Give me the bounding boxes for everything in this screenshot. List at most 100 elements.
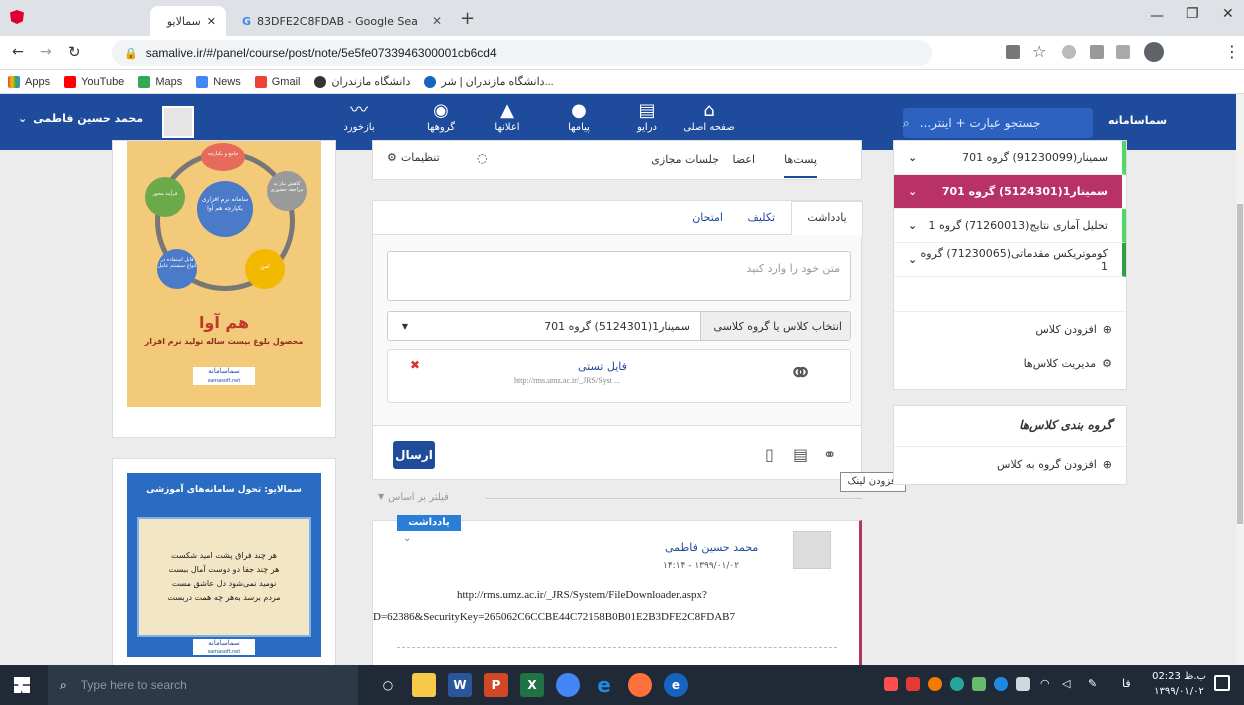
ie-icon[interactable]: e bbox=[664, 673, 688, 697]
bookmark-maps[interactable]: Maps bbox=[138, 75, 182, 88]
notification-center-icon[interactable] bbox=[1214, 675, 1230, 691]
tab-virtual-sessions[interactable]: جلسات مجازی bbox=[651, 153, 719, 166]
chat-bubble-icon[interactable]: ◌ bbox=[477, 151, 487, 165]
add-link-icon[interactable]: ⚭ bbox=[823, 445, 836, 464]
language-indicator[interactable]: فا bbox=[1122, 677, 1131, 690]
clock[interactable]: 02:23 ب.ظ ۱۳۹۹/۰۱/۰۲ bbox=[1152, 669, 1206, 699]
browser-tab-samalive[interactable]: سمالایو ✕ bbox=[150, 6, 226, 36]
powerpoint-icon[interactable]: P bbox=[484, 673, 508, 697]
class-list-item[interactable]: تحلیل آماری نتایج(71260013) گروه 1 ⌄ bbox=[894, 209, 1126, 243]
chevron-down-icon: ⌄ bbox=[18, 112, 28, 125]
windows-taskbar: ⌕ Type here to search ○ W P X e e ◠ ◁ ✎ … bbox=[0, 665, 1244, 705]
nav-feedback[interactable]: 〰 بازخورد bbox=[332, 100, 386, 133]
bookmark-umz-2[interactable]: دانشگاه مازندران | شر... bbox=[424, 75, 554, 88]
remove-attachment-icon[interactable]: ✖ bbox=[410, 358, 420, 372]
tab-exam[interactable]: امتحان bbox=[692, 211, 723, 224]
address-bar[interactable]: 🔒 samalive.ir/#/panel/course/post/note/5… bbox=[112, 40, 932, 66]
tray-icon[interactable] bbox=[906, 677, 920, 691]
volume-icon[interactable]: ◁ bbox=[1062, 677, 1076, 691]
chevron-down-icon[interactable]: ⌄ bbox=[908, 151, 917, 164]
forward-icon[interactable]: → bbox=[40, 44, 52, 60]
tab-note[interactable]: یادداشت bbox=[791, 201, 863, 237]
page-scrollbar[interactable] bbox=[1236, 94, 1244, 665]
new-tab-button[interactable]: + bbox=[460, 8, 475, 29]
bookmark-news[interactable]: News bbox=[196, 75, 241, 88]
bluetooth-icon[interactable] bbox=[994, 677, 1008, 691]
scrollbar-thumb[interactable] bbox=[1237, 204, 1243, 524]
site-logo[interactable]: سماسامانه bbox=[1108, 114, 1167, 127]
book-icon[interactable]: ▤ bbox=[793, 445, 808, 464]
bookmark-gmail[interactable]: Gmail bbox=[254, 75, 300, 88]
tab-posts[interactable]: پست‌ها bbox=[784, 153, 817, 178]
nav-groups[interactable]: ◉ گروهها bbox=[414, 100, 468, 133]
bookmark-apps[interactable]: Apps bbox=[8, 75, 50, 88]
class-list-item[interactable]: کوموتریکس مقدماتی(71230065) گروه 1 ⌄ bbox=[894, 243, 1126, 277]
tray-icon[interactable] bbox=[950, 677, 964, 691]
manage-classes-action[interactable]: ⚙ مدیریت کلاس‌ها bbox=[1024, 357, 1112, 370]
reload-icon[interactable]: ↻ bbox=[68, 43, 81, 61]
task-view-icon[interactable]: ○ bbox=[376, 673, 400, 697]
word-icon[interactable]: W bbox=[448, 673, 472, 697]
browser-tab-google[interactable]: G 83DFE2C8FDAB - Google Search ✕ bbox=[232, 6, 452, 36]
pen-icon[interactable]: ✎ bbox=[1088, 677, 1102, 691]
translate-icon[interactable] bbox=[1006, 45, 1020, 59]
tab-close-icon[interactable]: ✕ bbox=[432, 14, 442, 28]
back-icon[interactable]: ← bbox=[12, 44, 24, 60]
document-icon[interactable]: ▯ bbox=[765, 445, 774, 464]
avatar bbox=[793, 531, 831, 569]
chrome-icon[interactable] bbox=[556, 673, 580, 697]
class-select[interactable]: انتخاب کلاس یا گروه کلاسی سمینار1(512430… bbox=[387, 311, 851, 341]
post-link-line-1[interactable]: http://rms.umz.ac.ir/_JRS/System/FileDow… bbox=[457, 589, 707, 601]
send-button[interactable]: ارسال bbox=[393, 441, 435, 469]
user-name: محمد حسین فاطمی bbox=[33, 112, 144, 125]
post-link-line-2[interactable]: D=62386&SecurityKey=265062C6CCBE44C72158… bbox=[373, 611, 735, 623]
add-class-action[interactable]: ⊕ افزودن کلاس bbox=[1035, 323, 1112, 336]
post-author[interactable]: محمد حسین فاطمی bbox=[665, 541, 758, 554]
extension-icon[interactable] bbox=[1090, 45, 1104, 59]
extension-icon[interactable] bbox=[1116, 45, 1130, 59]
tray-icon[interactable] bbox=[972, 677, 986, 691]
filter-dropdown[interactable]: فیلتر بر اساس ▼ bbox=[378, 492, 449, 503]
firefox-icon[interactable] bbox=[628, 673, 652, 697]
attachment-title[interactable]: فایل تستی bbox=[578, 360, 627, 373]
nav-home[interactable]: ⌂ صفحه اصلی bbox=[682, 100, 736, 133]
file-explorer-icon[interactable] bbox=[412, 673, 436, 697]
post-options-chevron-icon[interactable]: ⌄ bbox=[403, 533, 411, 544]
excel-icon[interactable]: X bbox=[520, 673, 544, 697]
tab-settings[interactable]: تنظیمات ⚙ bbox=[387, 151, 440, 164]
user-menu[interactable]: ⌄ محمد حسین فاطمی bbox=[18, 112, 143, 125]
edge-icon[interactable]: e bbox=[592, 673, 616, 697]
bookmark-star-icon[interactable]: ☆ bbox=[1032, 42, 1046, 61]
tray-icon[interactable] bbox=[884, 677, 898, 691]
note-text-input[interactable]: متن خود را وارد کنید bbox=[387, 251, 851, 301]
wifi-icon[interactable]: ◠ bbox=[1040, 677, 1054, 691]
chevron-down-icon[interactable]: ⌄ bbox=[908, 219, 917, 232]
bookmark-youtube[interactable]: YouTube bbox=[64, 75, 124, 88]
class-list-item[interactable]: سمینار1(5124301) گروه 701 ⌄ bbox=[894, 175, 1126, 209]
nav-drive[interactable]: ▤ درایو bbox=[620, 100, 674, 133]
taskbar-search[interactable]: ⌕ Type here to search bbox=[48, 665, 358, 705]
windows-start-icon[interactable] bbox=[14, 677, 30, 693]
minimize-button[interactable]: — bbox=[1150, 8, 1164, 24]
close-window-button[interactable]: ✕ bbox=[1222, 6, 1234, 22]
profile-icon[interactable] bbox=[1144, 42, 1164, 62]
tray-icon[interactable] bbox=[928, 677, 942, 691]
nav-notifications[interactable]: ▲ اعلانها bbox=[480, 100, 534, 133]
tab-close-icon[interactable]: ✕ bbox=[207, 15, 216, 28]
nav-messages[interactable]: ● پیامها bbox=[552, 100, 606, 133]
bookmark-umz[interactable]: دانشگاه مازندران bbox=[314, 75, 410, 88]
site-search-input[interactable]: جستجو عبارت + اینتر... ⌕ bbox=[903, 108, 1093, 138]
chevron-down-icon[interactable]: ⌄ bbox=[908, 253, 917, 266]
avatar[interactable] bbox=[162, 106, 194, 138]
battery-icon[interactable] bbox=[1016, 677, 1030, 691]
tab-members[interactable]: اعضا bbox=[732, 153, 755, 166]
class-list-item[interactable]: سمینار(91230099) گروه 701 ⌄ bbox=[894, 141, 1126, 175]
restore-button[interactable]: ❐ bbox=[1186, 6, 1199, 22]
menu-icon[interactable]: ⋮ bbox=[1224, 42, 1240, 61]
chevron-down-icon[interactable]: ⌄ bbox=[908, 185, 917, 198]
ad-card-samalive[interactable]: سمالایو: تحول سامانه‌های آموزشی هر چند ف… bbox=[112, 458, 336, 668]
tab-assignment[interactable]: تکلیف bbox=[748, 211, 775, 224]
add-group-action[interactable]: ⊕ افزودن گروه به کلاس bbox=[997, 458, 1112, 471]
ad-card-hamava[interactable]: سامانه نرم افزاری یکپارچه هم آوا جامع و … bbox=[112, 140, 336, 438]
extension-icon[interactable] bbox=[1062, 45, 1076, 59]
